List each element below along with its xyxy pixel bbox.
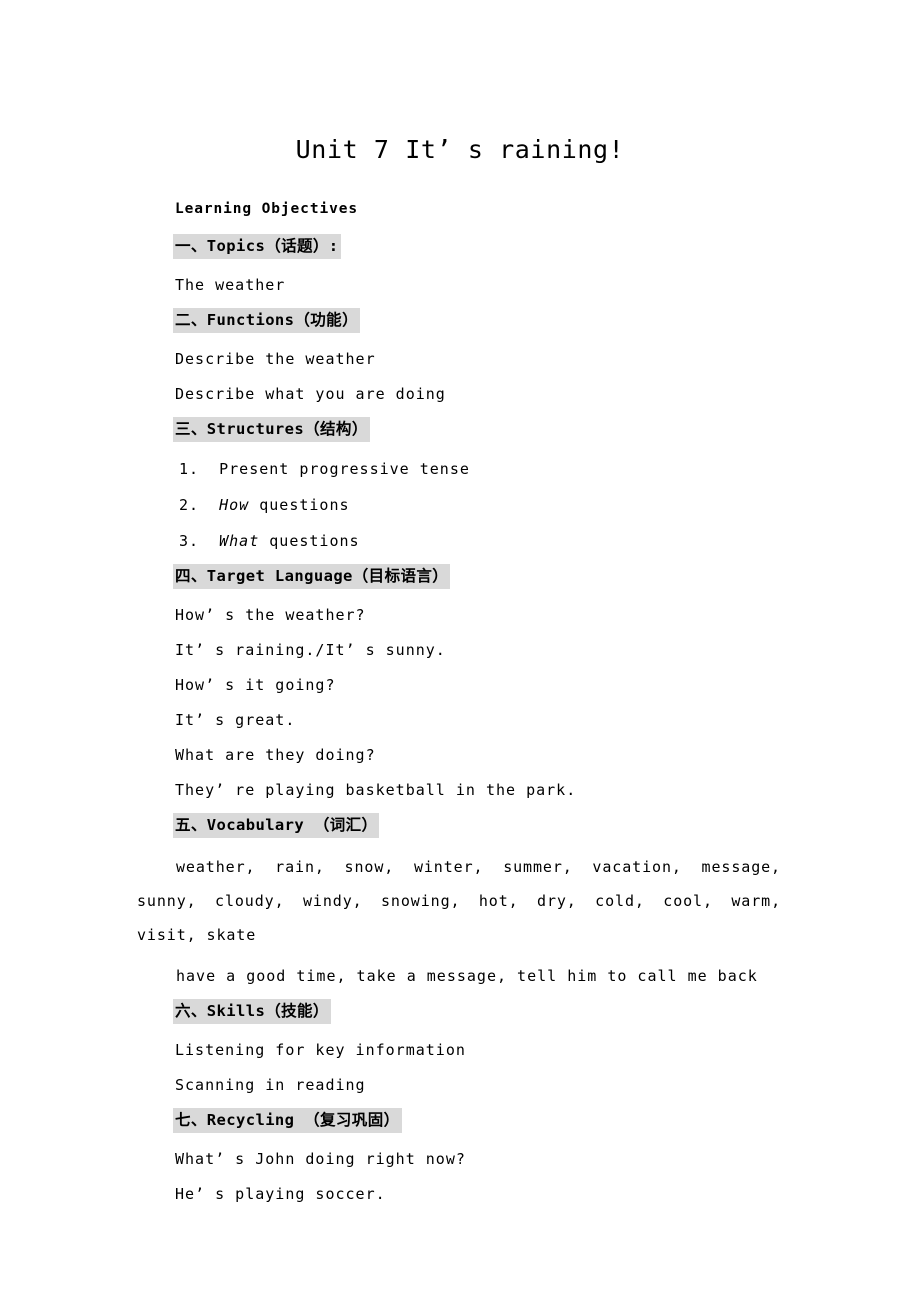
- section-heading-topics: 一、Topics（话题）:: [173, 234, 341, 259]
- vocabulary-word-list: weather, rain, snow, winter, summer, vac…: [137, 858, 781, 944]
- list-keyword: How: [219, 496, 250, 514]
- list-text: questions: [249, 496, 350, 514]
- list-keyword: What: [219, 532, 260, 550]
- document-page: Unit 7 It’ s raining! Learning Objective…: [0, 0, 920, 1302]
- section-heading-functions: 二、Functions（功能）: [173, 308, 360, 333]
- section-heading-skills: 六、Skills（技能）: [173, 999, 331, 1024]
- list-text: Present progressive tense: [219, 460, 470, 478]
- structures-list-item-3: 3. What questions: [179, 533, 785, 550]
- recycling-line-1: What’ s John doing right now?: [175, 1150, 466, 1168]
- section-heading-row-vocabulary: 五、Vocabulary （词汇）: [173, 813, 785, 838]
- section-heading-recycling: 七、Recycling （复习巩固）: [173, 1108, 402, 1133]
- document-body: Learning Objectives 一、Topics（话题）: The we…: [137, 198, 785, 1203]
- target-language-line-3: How’ s it going?: [175, 676, 336, 694]
- section-heading-row-skills: 六、Skills（技能）: [173, 999, 785, 1024]
- list-number: 1.: [179, 460, 200, 478]
- topics-line-1: The weather: [175, 276, 286, 294]
- section-heading-row-recycling: 七、Recycling （复习巩固）: [173, 1108, 785, 1133]
- structures-list-item-2: 2. How questions: [179, 497, 785, 514]
- target-language-line-2: It’ s raining./It’ s sunny.: [175, 641, 446, 659]
- functions-line-2: Describe what you are doing: [175, 385, 446, 403]
- structures-list-item-1: 1. Present progressive tense: [179, 461, 785, 478]
- list-text: questions: [259, 532, 360, 550]
- section-heading-row-target-language: 四、Target Language（目标语言）: [173, 564, 785, 589]
- recycling-line-2: He’ s playing soccer.: [175, 1185, 386, 1203]
- learning-objectives-subtitle: Learning Objectives: [175, 201, 358, 217]
- skills-line-1: Listening for key information: [175, 1041, 466, 1059]
- section-heading-structures: 三、Structures（结构）: [173, 417, 370, 442]
- target-language-line-4: It’ s great.: [175, 711, 296, 729]
- skills-line-2: Scanning in reading: [175, 1076, 366, 1094]
- section-heading-row-topics: 一、Topics（话题）:: [173, 234, 785, 259]
- page-title: Unit 7 It’ s raining!: [295, 134, 625, 164]
- list-number: 3.: [179, 532, 200, 550]
- functions-line-1: Describe the weather: [175, 350, 376, 368]
- target-language-line-6: They’ re playing basketball in the park.: [175, 781, 577, 799]
- section-heading-row-functions: 二、Functions（功能）: [173, 308, 785, 333]
- vocabulary-phrase-list: have a good time, take a message, tell h…: [176, 967, 758, 985]
- target-language-line-1: How’ s the weather?: [175, 606, 366, 624]
- target-language-line-5: What are they doing?: [175, 746, 376, 764]
- section-heading-target-language: 四、Target Language（目标语言）: [173, 564, 451, 589]
- section-heading-row-structures: 三、Structures（结构）: [173, 417, 785, 442]
- list-number: 2.: [179, 496, 200, 514]
- section-heading-vocabulary: 五、Vocabulary （词汇）: [173, 813, 380, 838]
